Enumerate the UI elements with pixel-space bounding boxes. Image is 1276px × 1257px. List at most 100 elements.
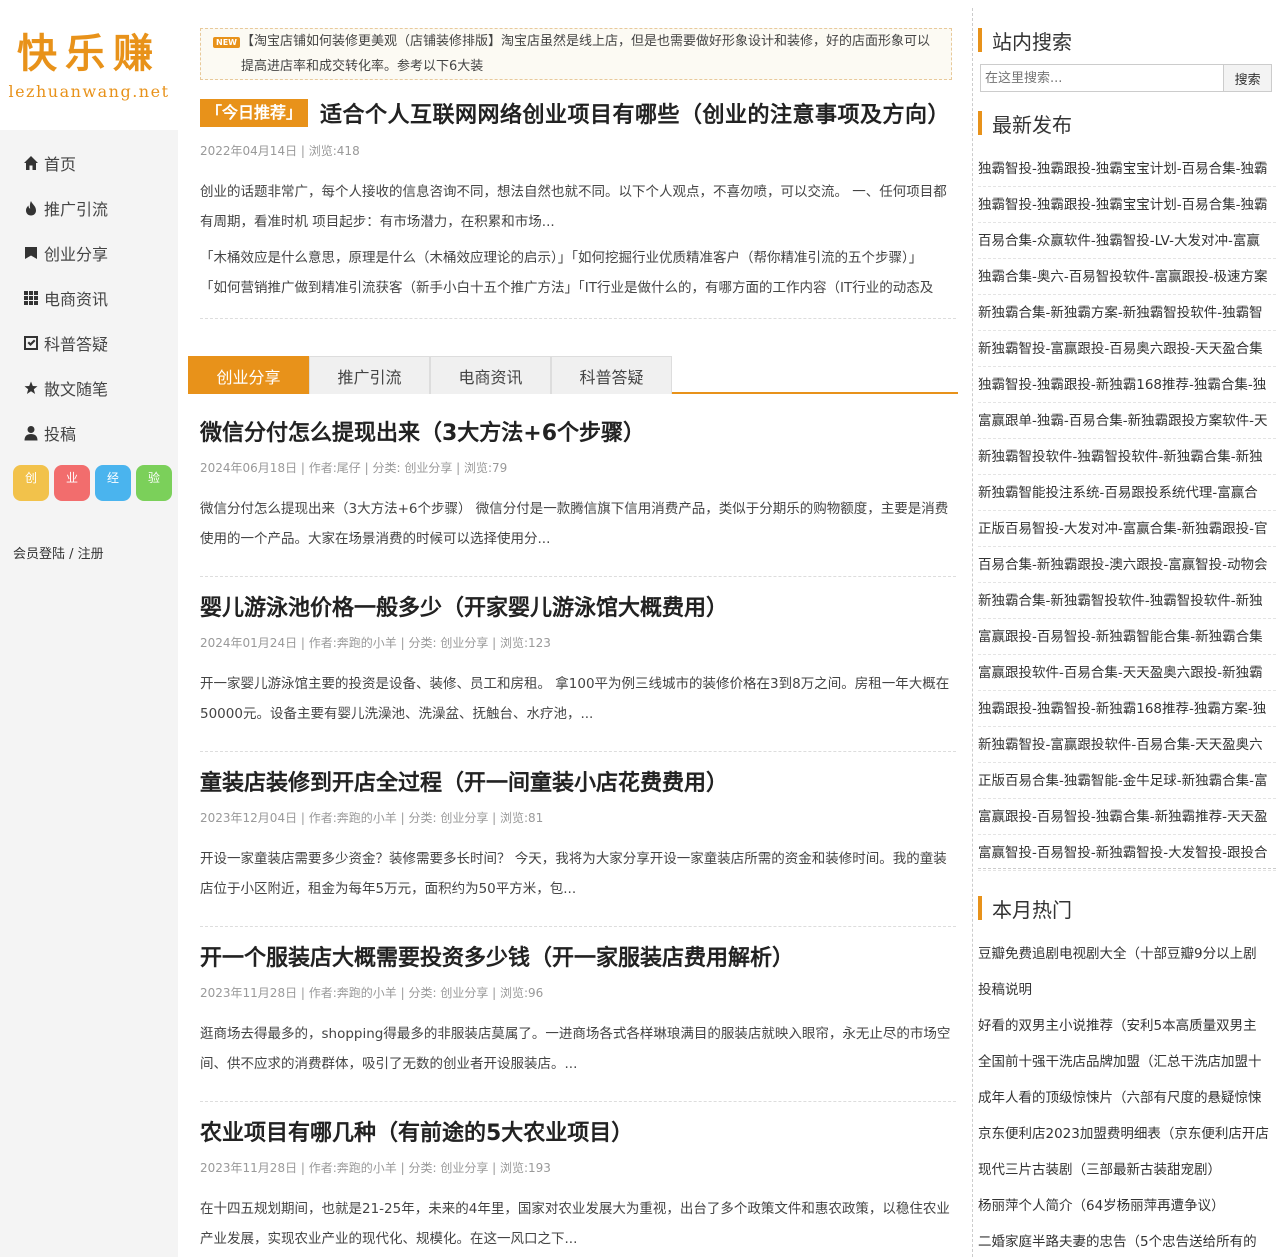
tag-yan[interactable]: 验 bbox=[136, 465, 172, 501]
list-item[interactable]: 独霸智投-独霸跟投-独霸宝宝计划-百易合集-独霸 bbox=[978, 187, 1276, 223]
user-icon bbox=[22, 424, 40, 442]
today-recommend-tag: 「今日推荐」 bbox=[200, 99, 309, 127]
list-item[interactable]: 成年人看的顶级惊悚片（六部有尺度的悬疑惊悚 bbox=[978, 1080, 1276, 1116]
post-excerpt: 开设一家童装店需要多少资金？装修需要多长时间？ 今天，我将为大家分享开设一家童装… bbox=[200, 851, 947, 897]
nav-label: 电商资讯 bbox=[44, 289, 109, 309]
related-links-2[interactable]: 「如何营销推广做到精准引流获客（新手小白十五个推广方法」「IT行业是做什么的，有… bbox=[200, 273, 956, 303]
list-item[interactable]: 正版百易智投-大发对冲-富赢合集-新独霸跟投-官 bbox=[978, 511, 1276, 547]
divider bbox=[200, 926, 956, 927]
featured-title-row: 「今日推荐」 适合个人互联网网络创业项目有哪些（创业的注意事项及方向） bbox=[200, 96, 956, 130]
post-excerpt: 微信分付怎么提现出来（3大方法+6个步骤） 微信分付是一款腾信旗下信用消费产品，… bbox=[200, 501, 949, 547]
post-title[interactable]: 开一个服装店大概需要投资多少钱（开一家服装店费用解析） bbox=[200, 943, 956, 975]
nav-label: 散文随笔 bbox=[44, 379, 109, 399]
post-excerpt: 开一家婴儿游泳馆主要的投资是设备、装修、员工和房租。 拿100平为例三线城市的装… bbox=[200, 676, 950, 722]
nav-item-startup[interactable]: 创业分享 bbox=[0, 230, 178, 275]
nav-item-promotion[interactable]: 推广引流 bbox=[0, 185, 178, 230]
search-input[interactable] bbox=[980, 64, 1225, 92]
nav-item-essays[interactable]: 散文随笔 bbox=[0, 365, 178, 410]
list-item[interactable]: 富赢跟单-独霸-百易合集-新独霸跟投方案软件-天 bbox=[978, 403, 1276, 439]
list-item[interactable]: 独霸跟投-独霸智投-新独霸168推荐-独霸方案-独 bbox=[978, 691, 1276, 727]
list-item[interactable]: 富赢跟投-百易智投-新独霸智能合集-新独霸合集 bbox=[978, 619, 1276, 655]
member-login-link[interactable]: 会员登陆 / 注册 bbox=[0, 543, 178, 562]
latest-posts-list: 独霸智投-独霸跟投-独霸宝宝计划-百易合集-独霸 独霸智投-独霸跟投-独霸宝宝计划… bbox=[978, 151, 1276, 871]
tab-startup[interactable]: 创业分享 bbox=[188, 356, 309, 394]
list-item[interactable]: 新独霸合集-新独霸方案-新独霸智投软件-独霸智 bbox=[978, 295, 1276, 331]
notice-text: 【淘宝店铺如何装修更美观（店铺装修排版】淘宝店虽然是线上店，但是也需要做好形象设… bbox=[241, 34, 931, 74]
site-logo[interactable]: 快乐赚 lezhuanwang.net bbox=[0, 8, 178, 130]
post-title[interactable]: 婴儿游泳池价格一般多少（开家婴儿游泳馆大概费用） bbox=[200, 593, 956, 625]
tag-ye[interactable]: 业 bbox=[54, 465, 90, 501]
hot-posts-list: 豆瓣免费追剧电视剧大全（十部豆瓣9分以上剧 投稿说明 好看的双男主小说推荐（安利5本… bbox=[978, 936, 1276, 1257]
featured-title[interactable]: 适合个人互联网网络创业项目有哪些（创业的注意事项及方向） bbox=[320, 97, 950, 129]
hot-section-title: 本月热门 bbox=[978, 894, 1072, 922]
post-title[interactable]: 童装店装修到开店全过程（开一间童装小店花费费用） bbox=[200, 768, 956, 800]
list-item[interactable]: 百易合集-新独霸跟投-澳六跟投-富赢智投-动物会 bbox=[978, 547, 1276, 583]
list-item[interactable]: 独霸合集-奥六-百易智投软件-富赢跟投-极速方案 bbox=[978, 259, 1276, 295]
list-item[interactable]: 富赢智投-百易智投-新独霸智投-大发智投-跟投合 bbox=[978, 835, 1276, 871]
post-meta: 2024年06月18日 | 作者:尾仔 | 分类: 创业分享 | 浏览:79 bbox=[200, 461, 508, 475]
nav-item-home[interactable]: 首页 bbox=[0, 140, 178, 185]
nav-label: 创业分享 bbox=[44, 244, 109, 264]
new-badge: NEW bbox=[213, 37, 240, 48]
post-excerpt: 逛商场去得最多的，shopping得最多的非服装店莫属了。一进商场各式各样琳琅满… bbox=[200, 1026, 951, 1072]
list-item[interactable]: 独霸智投-独霸跟投-新独霸168推荐-独霸合集-独 bbox=[978, 367, 1276, 403]
list-item[interactable]: 新独霸合集-新独霸智投软件-独霸智投软件-新独 bbox=[978, 583, 1276, 619]
nav-item-submit[interactable]: 投稿 bbox=[0, 410, 178, 455]
grid-icon bbox=[22, 289, 40, 307]
list-item[interactable]: 好看的双男主小说推荐（安利5本高质量双男主 bbox=[978, 1008, 1276, 1044]
fire-icon bbox=[22, 199, 40, 217]
list-item[interactable]: 百易合集-众赢软件-独霸智投-LV-大发对冲-富赢 bbox=[978, 223, 1276, 259]
search-form: 搜索 bbox=[980, 64, 1272, 92]
list-item[interactable]: 现代三片古装剧（三部最新古装甜宠剧） bbox=[978, 1152, 1276, 1188]
post-title[interactable]: 微信分付怎么提现出来（3大方法+6个步骤） bbox=[200, 418, 956, 450]
list-item[interactable]: 京东便利店2023加盟费明细表（京东便利店开店 bbox=[978, 1116, 1276, 1152]
latest-section-title: 最新发布 bbox=[978, 109, 1072, 137]
list-item[interactable]: 豆瓣免费追剧电视剧大全（十部豆瓣9分以上剧 bbox=[978, 936, 1276, 972]
divider bbox=[200, 576, 956, 577]
tag-jing[interactable]: 经 bbox=[95, 465, 131, 501]
list-item[interactable]: 新独霸智投软件-独霸智投软件-新独霸合集-新独 bbox=[978, 439, 1276, 475]
related-links-1[interactable]: 「木桶效应是什么意思，原理是什么（木桶效应理论的启示）」「如何挖掘行业优质精准客… bbox=[200, 243, 956, 273]
list-item[interactable]: 新独霸智投-富赢跟投软件-百易合集-天天盈奥六 bbox=[978, 727, 1276, 763]
featured-meta: 2022年04月14日 | 浏览:418 bbox=[200, 144, 360, 158]
divider bbox=[200, 1101, 956, 1102]
list-item[interactable]: 投稿说明 bbox=[978, 972, 1276, 1008]
list-item[interactable]: 正版百易合集-独霸智能-金牛足球-新独霸合集-富 bbox=[978, 763, 1276, 799]
post-item: 开一个服装店大概需要投资多少钱（开一家服装店费用解析） 2023年11月28日 … bbox=[200, 943, 956, 1079]
post-title[interactable]: 农业项目有哪几种（有前途的5大农业项目） bbox=[200, 1118, 956, 1150]
divider bbox=[978, 868, 1276, 869]
list-item[interactable]: 新独霸智能投注系统-百易跟投系统代理-富赢合 bbox=[978, 475, 1276, 511]
list-item[interactable]: 富赢跟投软件-百易合集-天天盈奥六跟投-新独霸 bbox=[978, 655, 1276, 691]
search-button[interactable]: 搜索 bbox=[1224, 64, 1272, 92]
bookmark-icon bbox=[22, 244, 40, 262]
search-section-title: 站内搜索 bbox=[978, 26, 1072, 54]
list-item[interactable]: 新独霸智投-富赢跟投-百易奥六跟投-天天盈合集 bbox=[978, 331, 1276, 367]
star-icon bbox=[22, 379, 40, 397]
logo-chinese: 快乐赚 bbox=[17, 30, 161, 77]
post-item: 微信分付怎么提现出来（3大方法+6个步骤） 2024年06月18日 | 作者:尾… bbox=[200, 418, 956, 554]
nav-label: 投稿 bbox=[44, 424, 77, 444]
post-meta: 2023年11月28日 | 作者:奔跑的小羊 | 分类: 创业分享 | 浏览:9… bbox=[200, 986, 544, 1000]
list-item[interactable]: 全国前十强干洗店品牌加盟（汇总干洗店加盟十 bbox=[978, 1044, 1276, 1080]
list-item[interactable]: 富赢跟投-百易智投-独霸合集-新独霸推荐-天天盈 bbox=[978, 799, 1276, 835]
list-item[interactable]: 独霸智投-独霸跟投-独霸宝宝计划-百易合集-独霸 bbox=[978, 151, 1276, 187]
home-icon bbox=[22, 154, 40, 172]
tab-qa[interactable]: 科普答疑 bbox=[551, 356, 672, 394]
featured-excerpt: 创业的话题非常广，每个人接收的信息咨询不同，想法自然也就不同。以下个人观点，不喜… bbox=[200, 184, 947, 230]
logo-domain: lezhuanwang.net bbox=[8, 82, 170, 101]
post-meta: 2023年11月28日 | 作者:奔跑的小羊 | 分类: 创业分享 | 浏览:1… bbox=[200, 1161, 551, 1175]
checkbox-icon bbox=[22, 334, 40, 352]
list-item[interactable]: 杨丽萍个人简介（64岁杨丽萍再遭争议） bbox=[978, 1188, 1276, 1224]
nav-item-ecommerce[interactable]: 电商资讯 bbox=[0, 275, 178, 320]
nav-label: 推广引流 bbox=[44, 199, 109, 219]
divider bbox=[200, 751, 956, 752]
post-item: 农业项目有哪几种（有前途的5大农业项目） 2023年11月28日 | 作者:奔跑… bbox=[200, 1118, 956, 1254]
tag-chuang[interactable]: 创 bbox=[13, 465, 49, 501]
nav-item-qa[interactable]: 科普答疑 bbox=[0, 320, 178, 365]
tab-ecommerce[interactable]: 电商资讯 bbox=[430, 356, 551, 394]
left-sidebar: 快乐赚 lezhuanwang.net 首页 推广引流 创业分享 电商资讯 科普… bbox=[0, 8, 178, 1257]
notice-banner[interactable]: NEW 【淘宝店铺如何装修更美观（店铺装修排版】淘宝店虽然是线上店，但是也需要做… bbox=[200, 28, 952, 80]
list-item[interactable]: 二婚家庭半路夫妻的忠告（5个忠告送给所有的 bbox=[978, 1224, 1276, 1257]
divider bbox=[200, 318, 956, 319]
tab-promotion[interactable]: 推广引流 bbox=[309, 356, 430, 394]
